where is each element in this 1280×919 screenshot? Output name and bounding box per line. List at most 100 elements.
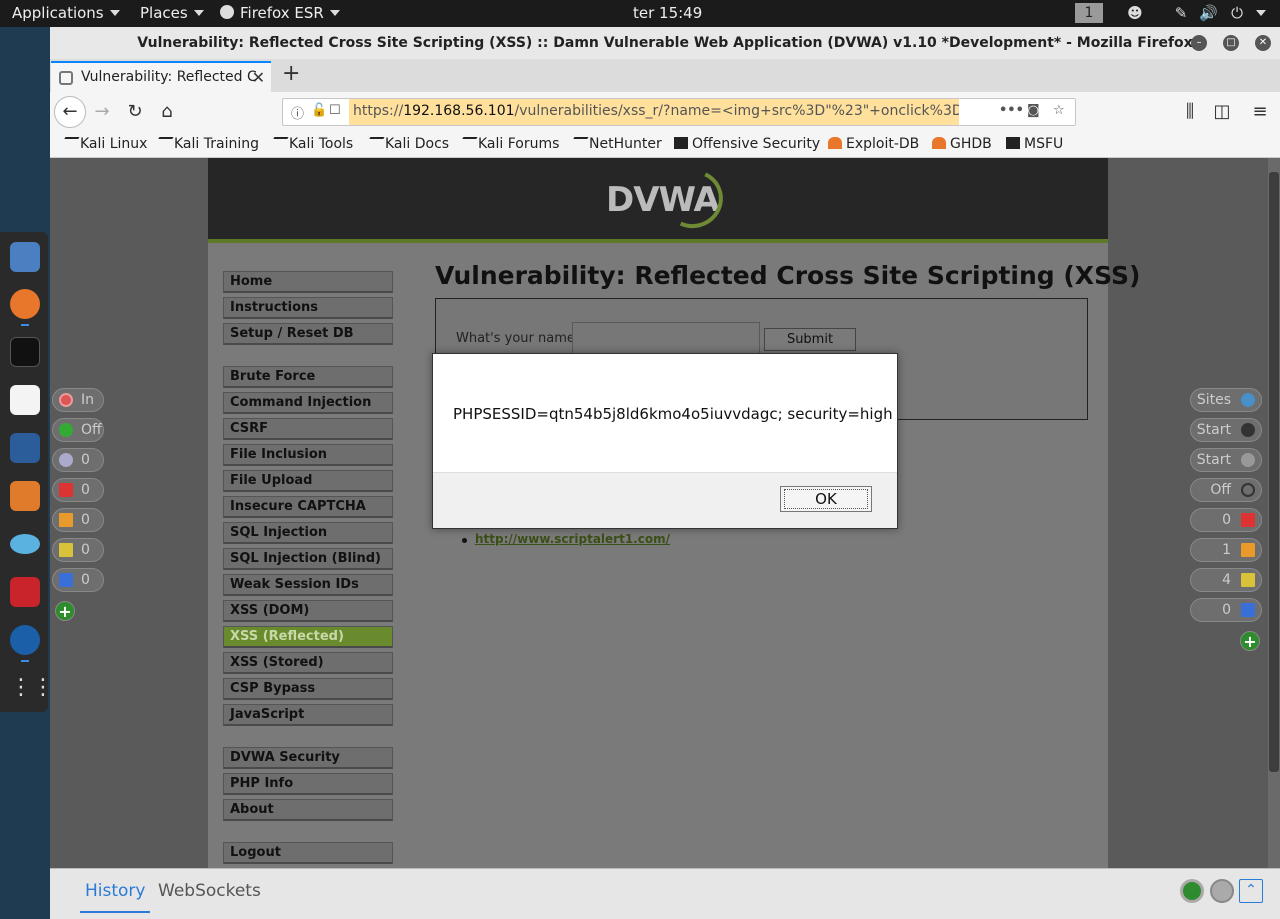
lock-warning-icon[interactable]: 🔓 <box>311 103 327 118</box>
star-icon[interactable]: ☆ <box>1053 103 1065 118</box>
hud-right-button-1[interactable]: Start <box>1190 418 1262 442</box>
places-menu[interactable]: Places <box>140 4 204 22</box>
menu-item-xss-dom[interactable]: XSS (DOM) <box>223 600 393 622</box>
tab-websockets[interactable]: WebSockets <box>158 881 261 901</box>
hud-left-button-0[interactable]: In <box>52 388 104 412</box>
files-icon[interactable] <box>10 242 40 272</box>
pen-icon[interactable]: ✎ <box>1172 4 1190 22</box>
hud-right-button-5[interactable]: 1 <box>1190 538 1262 562</box>
bookmark-kali-docs[interactable]: Kali Docs <box>363 136 449 152</box>
menu-item-dvwa-security[interactable]: DVWA Security <box>223 747 393 769</box>
forward-icon[interactable]: → <box>88 98 116 126</box>
bookmark-kali-tools[interactable]: Kali Tools <box>267 136 353 152</box>
info-icon[interactable]: ⓘ <box>291 103 304 122</box>
bookmark-offensive-security[interactable]: Offensive Security <box>674 136 820 152</box>
permissions-icon[interactable]: ☐ <box>329 103 341 118</box>
bookmark-kali-training[interactable]: Kali Training <box>152 136 259 152</box>
sidebar-icon[interactable]: ◫ <box>1208 98 1236 126</box>
burpsuite-icon[interactable] <box>10 481 40 511</box>
hud-right-button-2[interactable]: Start <box>1190 448 1262 472</box>
gear-icon[interactable] <box>1210 879 1234 903</box>
ok-button[interactable]: OK <box>780 486 872 512</box>
library-icon[interactable]: ⫼ <box>1176 98 1204 126</box>
new-tab-icon[interactable]: + <box>282 61 300 86</box>
hud-left-button-6[interactable]: 0 <box>52 568 104 592</box>
hud-left-button-3[interactable]: 0 <box>52 478 104 502</box>
minimize-icon[interactable]: – <box>1191 35 1207 51</box>
menu-item-brute-force[interactable]: Brute Force <box>223 366 393 388</box>
tab-history[interactable]: History <box>80 881 151 913</box>
menu-item-home[interactable]: Home <box>223 271 393 293</box>
menu-item-xss-reflected[interactable]: XSS (Reflected) <box>223 626 393 648</box>
cherrytree-icon[interactable] <box>10 577 40 607</box>
metasploit-icon[interactable] <box>10 433 40 463</box>
hud-add-left-icon[interactable]: + <box>55 601 75 621</box>
submit-button[interactable]: Submit <box>764 328 856 351</box>
menu-item-setup-reset-db[interactable]: Setup / Reset DB <box>223 323 393 345</box>
menu-item-javascript[interactable]: JavaScript <box>223 704 393 726</box>
bookmark-msfu[interactable]: MSFU <box>1006 136 1063 152</box>
hud-left-button-4[interactable]: 0 <box>52 508 104 532</box>
menu-item-php-info[interactable]: PHP Info <box>223 773 393 795</box>
menu-item-insecure-captcha[interactable]: Insecure CAPTCHA <box>223 496 393 518</box>
applications-menu[interactable]: Applications <box>12 4 120 22</box>
hud-right-button-3[interactable]: Off <box>1190 478 1262 502</box>
hamburger-menu-icon[interactable]: ≡ <box>1246 98 1274 126</box>
hud-add-right-icon[interactable]: + <box>1240 631 1260 651</box>
bookmark-kali-linux[interactable]: Kali Linux <box>58 136 147 152</box>
back-icon[interactable]: ← <box>54 96 86 128</box>
bookmark-exploit-db[interactable]: Exploit-DB <box>828 136 919 152</box>
menu-item-csp-bypass[interactable]: CSP Bypass <box>223 678 393 700</box>
pocket-icon[interactable]: ◙ <box>1027 103 1040 118</box>
hud-right-button-0[interactable]: Sites <box>1190 388 1262 412</box>
app-grid-icon[interactable]: ⋮⋮⋮ <box>10 673 76 703</box>
text-editor-icon[interactable] <box>10 385 40 415</box>
menu-item-file-inclusion[interactable]: File Inclusion <box>223 444 393 466</box>
menu-item-xss-stored[interactable]: XSS (Stored) <box>223 652 393 674</box>
page-scrollbar[interactable] <box>1268 158 1280 868</box>
list-bullet <box>462 538 467 543</box>
hud-left-button-2[interactable]: 0 <box>52 448 104 472</box>
menu-item-file-upload[interactable]: File Upload <box>223 470 393 492</box>
menu-item-logout[interactable]: Logout <box>223 842 393 864</box>
hud-right-button-4[interactable]: 0 <box>1190 508 1262 532</box>
menu-item-sql-injection-blind[interactable]: SQL Injection (Blind) <box>223 548 393 570</box>
menu-item-sql-injection[interactable]: SQL Injection <box>223 522 393 544</box>
zap-icon[interactable] <box>10 625 40 655</box>
hud-right-button-7[interactable]: 0 <box>1190 598 1262 622</box>
firefox-app-menu[interactable]: Firefox ESR <box>220 4 340 22</box>
eye-icon[interactable] <box>10 534 40 554</box>
expand-drawer-icon[interactable]: ⌃ <box>1239 879 1263 903</box>
hud-right-button-6[interactable]: 4 <box>1190 568 1262 592</box>
menu-item-weak-session-ids[interactable]: Weak Session IDs <box>223 574 393 596</box>
power-icon[interactable]: ⏻ <box>1228 4 1246 22</box>
clock[interactable]: ter 15:49 <box>633 4 702 22</box>
bookmark-kali-forums[interactable]: Kali Forums <box>456 136 559 152</box>
hud-left-button-1[interactable]: Off <box>52 418 104 442</box>
scrollbar-thumb[interactable] <box>1269 172 1279 772</box>
menu-item-about[interactable]: About <box>223 799 393 821</box>
close-tab-icon[interactable]: ✕ <box>252 63 265 92</box>
people-icon[interactable]: ☻ <box>1126 4 1144 22</box>
hud-left-button-5[interactable]: 0 <box>52 538 104 562</box>
terminal-icon[interactable] <box>10 337 40 367</box>
menu-item-instructions[interactable]: Instructions <box>223 297 393 319</box>
firefox-icon[interactable] <box>10 289 40 319</box>
menu-item-command-injection[interactable]: Command Injection <box>223 392 393 414</box>
maximize-icon[interactable]: □ <box>1223 35 1239 51</box>
name-input[interactable] <box>572 322 760 354</box>
reload-icon[interactable]: ↻ <box>121 98 149 126</box>
url-bar[interactable]: ⓘ 🔓 ☐ https://192.168.56.101/vulnerabili… <box>282 98 1076 126</box>
bookmark-ghdb[interactable]: GHDB <box>932 136 992 152</box>
volume-icon[interactable]: 🔊 <box>1199 4 1218 22</box>
tab-dvwa[interactable]: Vulnerability: Reflected C ✕ <box>51 61 271 92</box>
workspace-indicator[interactable]: 1 <box>1075 3 1103 23</box>
reference-link[interactable]: http://www.scriptalert1.com/ <box>475 532 670 546</box>
menu-item-csrf[interactable]: CSRF <box>223 418 393 440</box>
bookmark-nethunter[interactable]: NetHunter <box>567 136 662 152</box>
chevron-down-icon[interactable] <box>1252 4 1270 22</box>
home-icon[interactable]: ⌂ <box>153 98 181 126</box>
record-icon[interactable] <box>1180 879 1204 903</box>
close-icon[interactable]: ✕ <box>1255 35 1271 51</box>
page-actions-icon[interactable]: ••• <box>999 103 1024 118</box>
